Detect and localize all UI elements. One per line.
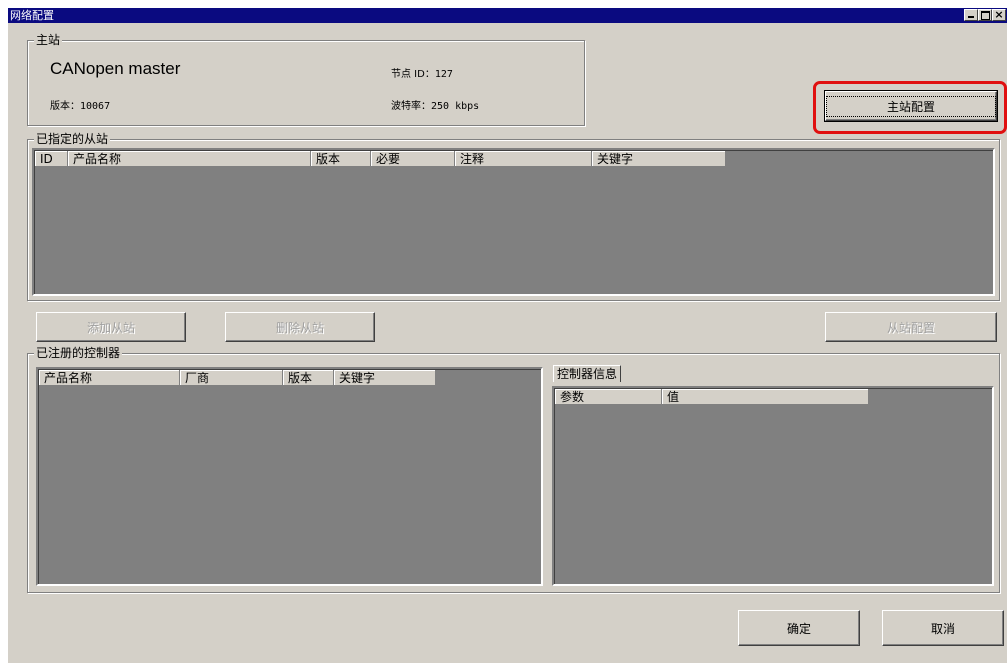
remove-slave-button[interactable]: 删除从站 (225, 312, 375, 342)
controller-info-table[interactable]: 参数 值 (552, 386, 994, 586)
baud-rate-label: 波特率： (391, 101, 431, 112)
controllers-group-label: 已注册的控制器 (34, 346, 123, 360)
master-version: 版本：10067 (50, 97, 110, 112)
close-icon[interactable]: × (992, 9, 1006, 21)
col-ctrl-product-name[interactable]: 产品名称 (39, 370, 180, 386)
maximize-icon[interactable] (978, 9, 992, 21)
node-id-value: 127 (434, 69, 453, 80)
cancel-button[interactable]: 取消 (882, 610, 1004, 646)
slaves-group-label: 已指定的从站 (34, 132, 111, 146)
master-version-value: 10067 (80, 101, 111, 112)
slaves-table[interactable]: ID 产品名称 版本 必要 注释 关键字 (32, 148, 995, 296)
col-keyword[interactable]: 关键字 (592, 151, 726, 167)
col-ctrl-vendor[interactable]: 厂商 (180, 370, 283, 386)
controller-info-header: 参数 值 (555, 389, 869, 405)
master-group-label: 主站 (34, 33, 63, 47)
col-product-name[interactable]: 产品名称 (68, 151, 311, 167)
add-slave-button[interactable]: 添加从站 (36, 312, 186, 342)
title-bar: 网络配置 × (8, 8, 1007, 23)
master-version-label: 版本： (50, 101, 80, 112)
slaves-table-header: ID 产品名称 版本 必要 注释 关键字 (35, 151, 726, 167)
ok-button[interactable]: 确定 (738, 610, 860, 646)
window-title: 网络配置 (10, 9, 54, 22)
col-parameter[interactable]: 参数 (555, 389, 662, 405)
col-required[interactable]: 必要 (371, 151, 455, 167)
baud-rate: 波特率：250 kbps (391, 97, 479, 112)
master-group: 主站 CANopen master 版本：10067 节点 ID：127 波特率… (27, 33, 585, 126)
master-name: CANopen master (50, 59, 181, 78)
col-version[interactable]: 版本 (311, 151, 371, 167)
col-value[interactable]: 值 (662, 389, 869, 405)
node-id: 节点 ID：127 (391, 65, 453, 80)
highlight-annotation (813, 81, 1007, 134)
col-id[interactable]: ID (35, 151, 68, 167)
controller-info-tab[interactable]: 控制器信息 (553, 365, 622, 382)
baud-rate-value: 250 kbps (431, 101, 480, 112)
slave-config-button[interactable]: 从站配置 (825, 312, 997, 342)
col-ctrl-keyword[interactable]: 关键字 (334, 370, 436, 386)
minimize-icon[interactable] (964, 9, 978, 21)
col-comment[interactable]: 注释 (455, 151, 592, 167)
node-id-label: 节点 ID： (391, 69, 435, 80)
controllers-table-header: 产品名称 厂商 版本 关键字 (39, 370, 436, 386)
controllers-table[interactable]: 产品名称 厂商 版本 关键字 (36, 367, 543, 586)
col-ctrl-version[interactable]: 版本 (283, 370, 334, 386)
